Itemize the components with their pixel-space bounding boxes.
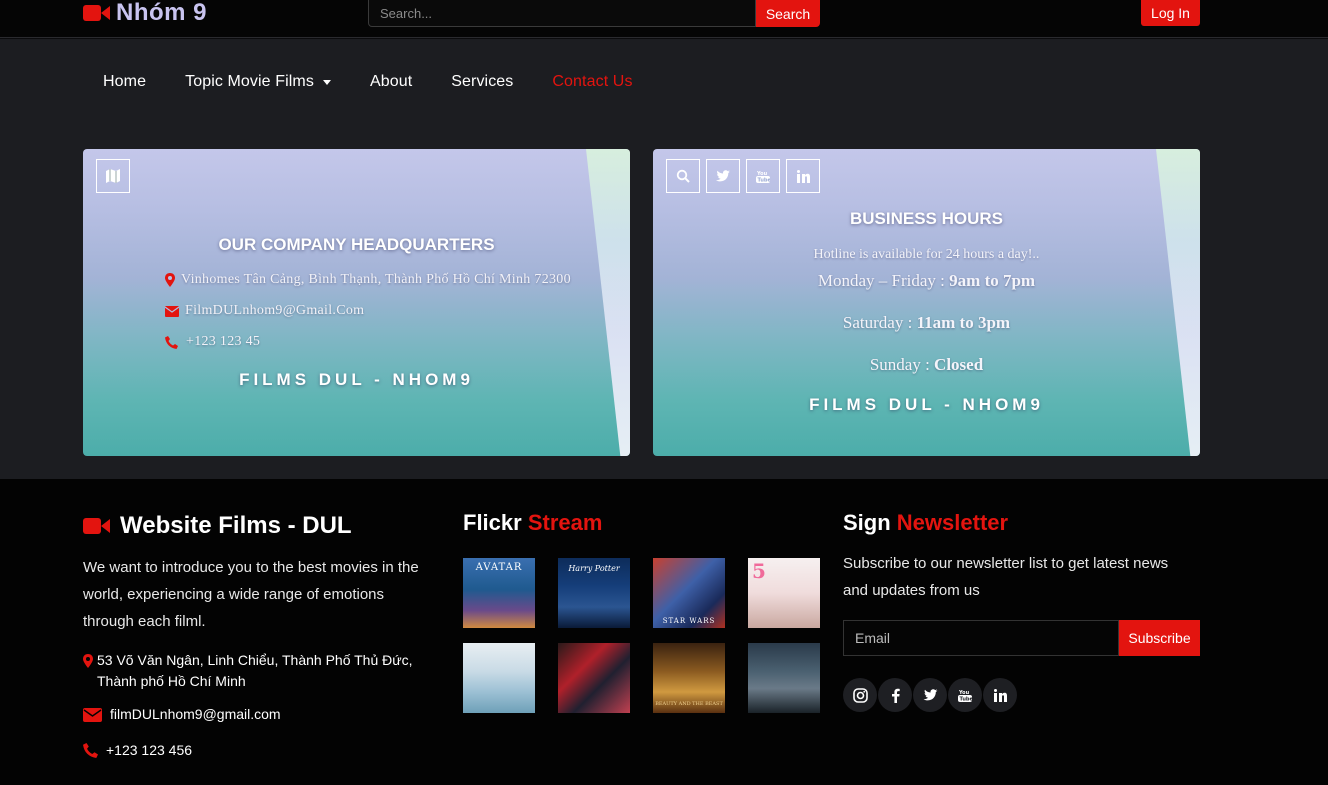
linkedin-icon[interactable] bbox=[786, 159, 820, 193]
nav-topic-movie-films[interactable]: Topic Movie Films bbox=[185, 73, 331, 91]
flickr-grid: AVATAR Harry Potter STAR WARS 5 BEAUTY A… bbox=[463, 558, 820, 713]
nav-about[interactable]: About bbox=[370, 73, 412, 91]
sunday-label: Sunday : bbox=[869, 355, 935, 374]
business-hours-title: BUSINESS HOURS bbox=[849, 209, 1004, 228]
login-button[interactable]: Log In bbox=[1141, 0, 1200, 26]
linkedin-icon[interactable] bbox=[983, 678, 1017, 712]
thumb-caption: BEAUTY AND THE BEAST bbox=[655, 701, 723, 707]
sunday-hours: Sunday : Closed bbox=[653, 355, 1200, 375]
thumb-caption: 5 bbox=[752, 559, 766, 583]
video-camera-icon bbox=[83, 518, 110, 534]
subscribe-button[interactable]: Subscribe bbox=[1119, 620, 1200, 656]
map-marker-icon bbox=[165, 273, 175, 287]
search-button[interactable]: Search bbox=[756, 0, 820, 27]
svg-text:Tube: Tube bbox=[960, 696, 973, 702]
search-icon[interactable] bbox=[666, 159, 700, 193]
business-hours-card: You Tube BUSINESS HOURS Hotline is availa… bbox=[653, 149, 1200, 456]
footer-about-description: We want to introduce you to the best mov… bbox=[83, 559, 419, 630]
footer-email: filmDULnhom9@gmail.com bbox=[83, 704, 281, 725]
japanese-film-poster[interactable] bbox=[463, 643, 535, 713]
flickr-title-red: Stream bbox=[527, 510, 603, 535]
nav-home[interactable]: Home bbox=[103, 73, 146, 91]
envelope-icon bbox=[83, 707, 102, 722]
thumb-caption: Harry Potter bbox=[568, 564, 620, 573]
newsletter-title-white: Sign bbox=[843, 510, 891, 535]
site-logo[interactable]: Nhóm 9 bbox=[83, 0, 207, 26]
romance-poster[interactable]: 5 bbox=[748, 558, 820, 628]
star-wars-poster[interactable]: STAR WARS bbox=[653, 558, 725, 628]
hq-address-text: Vinhomes Tân Cảng, Bình Thạnh, Thành Phố… bbox=[181, 272, 571, 287]
headquarters-card: OUR COMPANY HEADQUARTERS Vinhomes Tân Cả… bbox=[83, 149, 630, 456]
hq-email-text: FilmDULnhom9@Gmail.Com bbox=[185, 303, 365, 318]
phone-icon bbox=[165, 335, 178, 349]
footer-social-links: You Tube bbox=[843, 678, 1017, 712]
business-brand: FILMS DUL - NHOM9 bbox=[809, 395, 1044, 414]
nav-contact-us[interactable]: Contact Us bbox=[552, 73, 632, 91]
facebook-icon[interactable] bbox=[878, 678, 912, 712]
top-bar: Nhóm 9 Search Log In bbox=[0, 0, 1328, 38]
footer-address-text: 53 Võ Văn Ngân, Linh Chiểu, Thành Phố Th… bbox=[97, 652, 413, 689]
svg-text:Tube: Tube bbox=[758, 177, 771, 183]
search-input[interactable] bbox=[368, 0, 756, 27]
twitter-icon[interactable] bbox=[913, 678, 947, 712]
saturday-hours: Saturday : 11am to 3pm bbox=[653, 313, 1200, 333]
harry-potter-poster[interactable]: Harry Potter bbox=[558, 558, 630, 628]
hotline-text: Hotline is available for 24 hours a day!… bbox=[813, 247, 1040, 262]
caret-down-icon bbox=[322, 79, 331, 85]
nav-services[interactable]: Services bbox=[451, 73, 513, 91]
flickr-title-white: Flickr bbox=[463, 510, 522, 535]
hq-phone: +123 123 45 bbox=[165, 334, 260, 350]
footer: Website Films - DUL We want to introduce… bbox=[0, 479, 1328, 785]
youtube-icon[interactable]: You Tube bbox=[746, 159, 780, 193]
hq-brand: FILMS DUL - NHOM9 bbox=[239, 370, 474, 389]
beauty-beast-poster[interactable]: BEAUTY AND THE BEAST bbox=[653, 643, 725, 713]
search-bar: Search bbox=[368, 0, 820, 27]
main-nav: Home Topic Movie Films About Services Co… bbox=[103, 73, 672, 91]
nav-topic-label: Topic Movie Films bbox=[185, 73, 314, 90]
anime-poster[interactable] bbox=[558, 643, 630, 713]
saturday-label: Saturday : bbox=[842, 313, 917, 332]
main-section: Home Topic Movie Films About Services Co… bbox=[0, 39, 1328, 479]
avatar-poster[interactable]: AVATAR bbox=[463, 558, 535, 628]
weekday-label: Monday – Friday : bbox=[817, 271, 950, 290]
hq-phone-text: +123 123 45 bbox=[186, 334, 261, 349]
hq-title: OUR COMPANY HEADQUARTERS bbox=[218, 235, 495, 254]
newsletter-email-input[interactable] bbox=[843, 620, 1119, 656]
hq-email: FilmDULnhom9@Gmail.Com bbox=[165, 303, 364, 319]
instagram-icon[interactable] bbox=[843, 678, 877, 712]
saturday-time: 11am to 3pm bbox=[916, 313, 1011, 332]
map-icon[interactable] bbox=[96, 159, 130, 193]
thumb-caption: STAR WARS bbox=[662, 617, 716, 625]
footer-address: 53 Võ Văn Ngân, Linh Chiểu, Thành Phố Th… bbox=[83, 650, 433, 692]
weekday-time: 9am to 7pm bbox=[949, 271, 1036, 290]
footer-phone: +123 123 456 bbox=[83, 740, 192, 761]
weekday-hours: Monday – Friday : 9am to 7pm bbox=[653, 271, 1200, 291]
twitter-icon[interactable] bbox=[706, 159, 740, 193]
newsletter-title: Sign Newsletter bbox=[843, 510, 1008, 536]
envelope-icon bbox=[165, 305, 179, 317]
newsletter-description: Subscribe to our newsletter list to get … bbox=[843, 555, 1169, 599]
logo-text: Nhóm 9 bbox=[116, 0, 208, 26]
newsletter-form: Subscribe bbox=[843, 620, 1200, 656]
card-shade bbox=[586, 149, 630, 456]
thumb-caption: AVATAR bbox=[475, 562, 523, 573]
flickr-title: Flickr Stream bbox=[463, 510, 602, 536]
hq-address: Vinhomes Tân Cảng, Bình Thạnh, Thành Phố… bbox=[165, 272, 571, 288]
newsletter-title-red: Newsletter bbox=[896, 510, 1009, 535]
map-marker-icon bbox=[83, 654, 93, 668]
phone-icon bbox=[83, 743, 98, 758]
footer-about-title: Website Films - DUL bbox=[83, 512, 352, 540]
video-camera-icon bbox=[83, 5, 110, 21]
youtube-icon[interactable]: You Tube bbox=[948, 678, 982, 712]
footer-email-text: filmDULnhom9@gmail.com bbox=[110, 706, 281, 722]
sunday-time: Closed bbox=[934, 355, 984, 374]
drama-poster[interactable] bbox=[748, 643, 820, 713]
footer-phone-text: +123 123 456 bbox=[106, 742, 193, 758]
footer-about-title-text: Website Films - DUL bbox=[120, 512, 352, 539]
